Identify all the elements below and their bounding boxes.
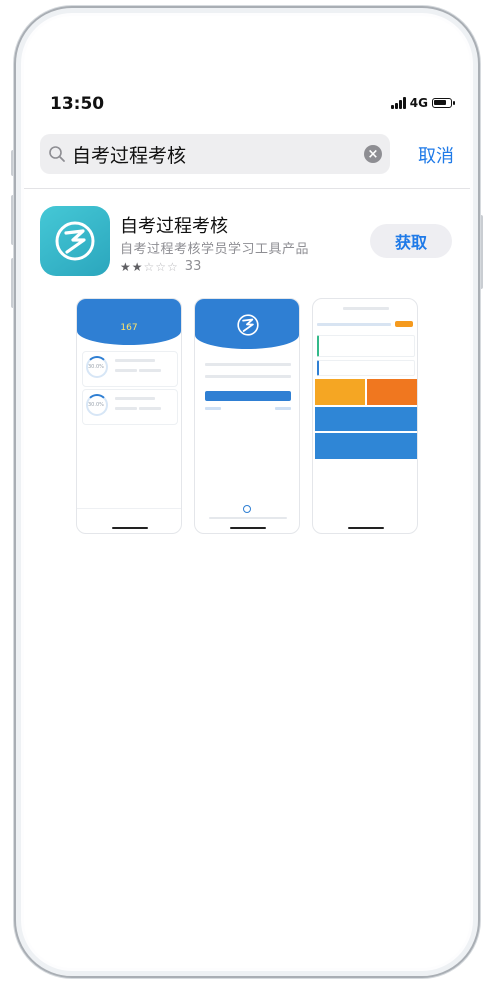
blue-tile	[315, 433, 417, 459]
screen: 13:50 4G 自考过程考核 × 取消 自考过程考核 自考过程考核学员学习工具…	[24, 16, 470, 968]
screenshot-header	[77, 299, 181, 345]
app-name[interactable]: 自考过程考核	[120, 212, 228, 238]
orange-badge	[395, 321, 413, 327]
get-button[interactable]: 获取	[370, 224, 452, 258]
rating-count: 33	[184, 259, 202, 274]
app-logo-icon	[237, 314, 259, 336]
app-icon[interactable]	[40, 206, 110, 276]
home-indicator	[112, 527, 148, 529]
status-indicators: 4G	[390, 96, 455, 110]
app-subtitle: 自考过程考核学员学习工具产品	[120, 242, 310, 257]
home-indicator	[230, 527, 266, 529]
app-logo-icon	[55, 221, 95, 261]
progress-percent: 30.0%	[88, 402, 104, 408]
cancel-button[interactable]: 取消	[418, 142, 454, 168]
app-rating: ★★☆☆☆ 33	[120, 259, 201, 274]
rating-stars-icon: ★★☆☆☆	[120, 259, 179, 274]
orange-tile	[367, 379, 417, 405]
search-icon	[49, 146, 65, 162]
screenshot-count: 167	[120, 323, 138, 333]
search-input[interactable]: 自考过程考核 ×	[40, 134, 390, 174]
network-type: 4G	[409, 96, 428, 110]
app-screenshot-2[interactable]	[194, 298, 300, 534]
course-card	[317, 335, 415, 357]
orange-tile	[315, 379, 365, 405]
progress-percent: 30.0%	[88, 364, 104, 370]
course-card	[317, 360, 415, 376]
loading-icon	[243, 505, 251, 513]
tab-bar	[77, 508, 181, 523]
signal-icon	[390, 97, 406, 109]
app-screenshot-1[interactable]: 167 30.0% 30.0%	[76, 298, 182, 534]
home-indicator	[348, 527, 384, 529]
login-button	[205, 391, 291, 401]
clear-search-icon[interactable]: ×	[364, 145, 382, 163]
search-query[interactable]: 自考过程考核	[72, 141, 364, 168]
battery-icon	[432, 98, 455, 108]
app-screenshot-3[interactable]	[312, 298, 418, 534]
divider	[24, 188, 470, 189]
status-time: 13:50	[50, 94, 105, 114]
blue-tile	[315, 407, 417, 431]
